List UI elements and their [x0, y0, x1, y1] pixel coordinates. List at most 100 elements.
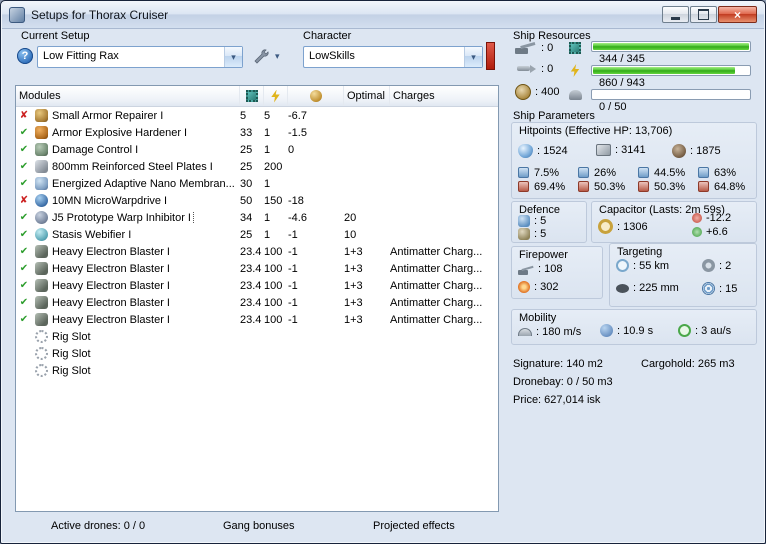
module-row[interactable]: ✔ Energized Adaptive Nano Membran... 30 1	[16, 175, 498, 192]
defence-armor-value: : 5	[534, 228, 547, 240]
window-controls	[662, 6, 757, 23]
minimize-button[interactable]	[662, 6, 689, 23]
max-locked-targets-icon	[702, 259, 715, 272]
window-title: Setups for Thorax Cruiser	[31, 8, 169, 22]
scan-resolution-value: : 225 mm	[633, 282, 679, 294]
character-select[interactable]: LowSkills	[303, 46, 483, 68]
module-cpu-value: 25	[240, 160, 253, 173]
help-button[interactable]	[17, 48, 33, 64]
blaster-icon	[34, 313, 48, 326]
hitpoints-title: Hitpoints (Effective HP: 13,706)	[519, 125, 673, 137]
cap-recharge-icon	[692, 227, 702, 237]
module-row[interactable]: ✘ 10MN MicroWarpdrive I 50 150 -18	[16, 192, 498, 209]
module-capacitor-value: 0	[288, 143, 295, 156]
chevron-down-icon[interactable]	[224, 47, 242, 67]
module-powergrid-value: 1	[264, 211, 271, 224]
ship-parameters-label: Ship Parameters	[513, 110, 595, 122]
module-row[interactable]: ✔ Heavy Electron Blaster I 23.4 100 -1 1+3 Ant…	[16, 311, 498, 328]
modules-column-header[interactable]: Modules	[16, 86, 240, 106]
module-powergrid-value: 100	[264, 313, 283, 326]
module-name: Heavy Electron Blaster I	[52, 279, 170, 292]
module-optimal-value: 10	[344, 228, 357, 241]
max-velocity-value: : 180 m/s	[536, 326, 582, 338]
chevron-down-icon[interactable]	[464, 47, 482, 67]
max-locked-targets-value: : 2	[719, 259, 732, 272]
current-setup-select[interactable]: Low Fitting Rax	[37, 46, 243, 68]
capacitor-column-header[interactable]	[288, 86, 344, 106]
cpu-column-header[interactable]	[240, 86, 264, 106]
module-optimal-value: 1+3	[344, 279, 363, 292]
targeting-range-icon	[616, 259, 629, 272]
module-row[interactable]: ✔ Stasis Webifier I 25 1 -1 10	[16, 226, 498, 243]
module-cpu-value: 34	[240, 211, 253, 224]
module-name: 800mm Reinforced Steel Plates I	[52, 160, 213, 173]
module-row[interactable]: ✔ Armor Explosive Hardener I 33 1 -1.5	[16, 124, 498, 141]
module-icon-cell	[32, 262, 50, 275]
setup-tools-button[interactable]	[253, 48, 280, 64]
module-name-cell: 10MN MicroWarpdrive I	[50, 195, 240, 207]
module-row[interactable]: Rig Slot	[16, 345, 498, 362]
cargohold-stat: Cargohold: 265 m3	[641, 358, 735, 370]
titlebar[interactable]: Setups for Thorax Cruiser	[2, 2, 764, 29]
max-velocity: : 180 m/s	[518, 326, 581, 338]
chevron-down-icon[interactable]	[275, 51, 280, 62]
module-optimal-value: 1+3	[344, 296, 363, 309]
signature-stat: Signature: 140 m2	[513, 358, 603, 370]
rig-slot-icon	[34, 364, 48, 377]
warp-speed-value: : 3 au/s	[695, 324, 732, 337]
projected-effects-section[interactable]: Projected effects	[373, 520, 455, 532]
powergrid-bar	[591, 65, 751, 76]
launcher-hardpoints-value: : 0	[541, 62, 554, 75]
module-powergrid-value: 200	[264, 160, 283, 173]
calibration-value: : 400	[535, 86, 560, 98]
cpu-bar-label: 344 / 345	[599, 53, 645, 65]
module-icon-cell	[32, 330, 50, 343]
firepower-volley: : 108	[518, 263, 562, 275]
nano-membrane-icon	[34, 177, 48, 190]
module-row[interactable]: ✔ Heavy Electron Blaster I 23.4 100 -1 1+3 Ant…	[16, 294, 498, 311]
microwarpdrive-icon	[34, 194, 48, 207]
module-icon-cell	[32, 160, 50, 173]
module-icon-cell	[32, 177, 50, 190]
status-ok-icon: ✔	[19, 127, 29, 138]
cpu-bar-fill	[593, 43, 749, 50]
thermal-shield-resist-value: 26%	[594, 166, 617, 179]
maximize-button[interactable]	[690, 6, 717, 23]
maximize-icon	[698, 9, 709, 20]
module-row[interactable]: ✔ Damage Control I 25 1 0	[16, 141, 498, 158]
module-name-cell: J5 Prototype Warp Inhibitor I	[50, 211, 240, 224]
module-name: Armor Explosive Hardener I	[52, 126, 188, 139]
module-row[interactable]: ✔ J5 Prototype Warp Inhibitor I 34 1 -4.6 20	[16, 209, 498, 226]
cpu-icon	[245, 90, 258, 102]
modules-rows: ✘ Small Armor Repairer I 5 5 -6.7 ✔ Armor Expl…	[16, 107, 498, 379]
module-capacitor-value: -1	[288, 279, 298, 292]
module-charges-value: Antimatter Charg...	[390, 279, 483, 292]
rig-slot-icon	[34, 330, 48, 343]
armor-hp-icon	[596, 144, 611, 156]
active-drones-section[interactable]: Active drones: 0 / 0	[51, 520, 145, 532]
module-icon-cell	[32, 228, 50, 241]
module-name: Energized Adaptive Nano Membran...	[52, 177, 235, 190]
charges-column-header[interactable]: Charges	[390, 86, 498, 106]
module-row[interactable]: ✔ Heavy Electron Blaster I 23.4 100 -1 1+3 Ant…	[16, 277, 498, 294]
module-powergrid-value: 100	[264, 296, 283, 309]
gang-bonuses-section[interactable]: Gang bonuses	[223, 520, 295, 532]
powergrid-icon	[271, 89, 280, 103]
capacitor-group: Capacitor (Lasts: 2m 59s) : 1306 -12.2 +…	[591, 201, 757, 243]
module-name-cell: Energized Adaptive Nano Membran...	[50, 178, 240, 190]
optimal-column-header[interactable]: Optimal	[344, 86, 390, 106]
align-time: : 10.9 s	[600, 324, 653, 337]
module-charges-value: Antimatter Charg...	[390, 245, 483, 258]
module-row[interactable]: ✔ Heavy Electron Blaster I 23.4 100 -1 1+3 Ant…	[16, 260, 498, 277]
module-row[interactable]: ✘ Small Armor Repairer I 5 5 -6.7	[16, 107, 498, 124]
close-button[interactable]	[718, 6, 757, 23]
app-icon	[9, 7, 25, 23]
module-name-cell: Heavy Electron Blaster I	[50, 280, 240, 292]
status-ok-icon: ✔	[19, 280, 29, 291]
module-row[interactable]: Rig Slot	[16, 328, 498, 345]
module-row[interactable]: Rig Slot	[16, 362, 498, 379]
em-shield-resist-icon	[518, 167, 529, 178]
module-row[interactable]: ✔ 800mm Reinforced Steel Plates I 25 200	[16, 158, 498, 175]
module-row[interactable]: ✔ Heavy Electron Blaster I 23.4 100 -1 1+3 Ant…	[16, 243, 498, 260]
powergrid-column-header[interactable]	[264, 86, 288, 106]
